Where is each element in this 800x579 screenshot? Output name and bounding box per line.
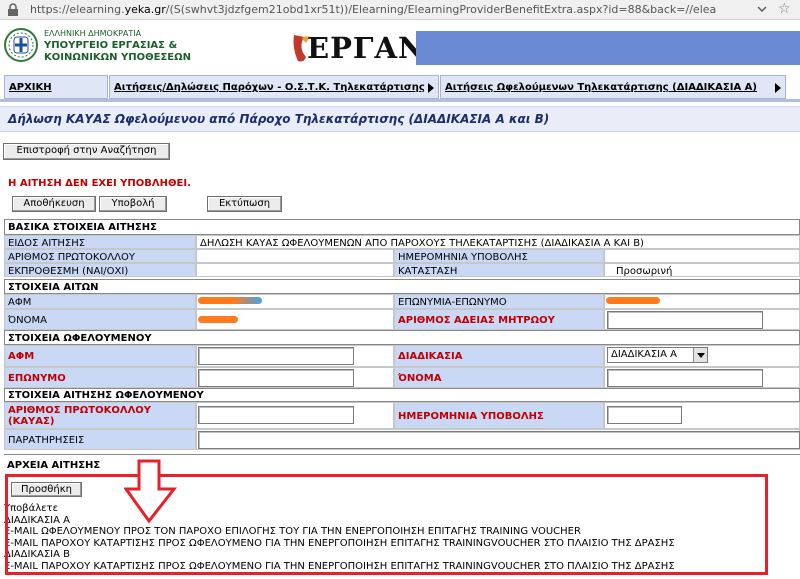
ministry-name: ΕΛΛΗΝΙΚΗ ΔΗΜΟΚΡΑΤΙΑ ΥΠΟΥΡΓΕΙΟ ΕΡΓΑΣΙΑΣ &… <box>44 29 192 63</box>
request-protocol-input[interactable] <box>198 406 354 424</box>
beneficiary-surname-input[interactable] <box>198 369 354 387</box>
type-label: ΕΙΔΟΣ ΑΙΤΗΣΗΣ <box>4 235 196 249</box>
list-item: Υποβάλετε <box>4 503 58 514</box>
submenu-arrow-icon <box>775 83 781 93</box>
section-basic: ΒΑΣΙΚΑ ΣΤΟΙΧΕΙΑ ΑΙΤΗΣΗΣ <box>4 219 800 235</box>
browser-address-bar[interactable]: https://elearning.yeka.gr/(S(swhvt3jdzfg… <box>0 0 800 20</box>
status-message: Η ΑΙΤΗΣΗ ΔΕΝ ΕΧΕΙ ΥΠΟΒΛΗΘΕΙ. <box>8 178 191 189</box>
list-item: ΔΙΑΔΙΚΑΣΙΑ Β <box>4 549 70 560</box>
request-date-label: ΗΜΕΡΟΜΗΝΙΑ ΥΠΟΒΟΛΗΣ <box>394 402 604 429</box>
files-instructions: Υποβάλετε ΔΙΑΔΙΚΑΣΙΑ Α E-MAIL ΩΦΕΛΟΥΜΕΝΟ… <box>4 503 675 572</box>
notes-label: ΠΑΡΑΤΗΡΗΣΕΙΣ <box>4 429 196 450</box>
list-item: ΔΙΑΔΙΚΑΣΙΑ Α <box>4 514 70 526</box>
url-text[interactable]: https://elearning.yeka.gr/(S(swhvt3jdzfg… <box>30 3 716 16</box>
list-item: E-MAIL ΠΑΡΟΧΟΥ ΚΑΤΑΡΤΙΣΗΣ ΠΡΟΣ ΩΦΕΛΟΥΜΕΝ… <box>4 560 675 572</box>
site-header: ΕΛΛΗΝΙΚΗ ΔΗΜΟΚΡΑΤΙΑ ΥΠΟΥΡΓΕΙΟ ΕΡΓΑΣΙΑΣ &… <box>0 20 800 68</box>
beneficiary-name-input[interactable] <box>607 369 763 387</box>
submit-date-value <box>604 249 800 263</box>
request-protocol-label: ΑΡΙΘΜΟΣ ΠΡΩΤΟΚΟΛΛΟΥ (ΚΑΥΑΣ) <box>4 402 196 429</box>
license-input[interactable] <box>607 311 763 329</box>
list-item: E-MAIL ΠΑΡΟΧΟΥ ΚΑΤΑΡΤΙΣΗΣ ΠΡΟΣ ΩΦΕΛΟΥΜΕΝ… <box>4 537 675 549</box>
applicant-name-label: ΌΝΟΜΑ <box>4 309 196 330</box>
page-title: Δήλωση ΚΑΥΑΣ Ωφελούμενου από Πάροχο Τηλε… <box>8 112 550 126</box>
beneficiary-afm-label: ΑΦΜ <box>4 345 196 367</box>
protocol-label: ΑΡΙΘΜΟΣ ΠΡΩΤΟΚΟΛΛΟΥ <box>4 249 196 263</box>
beneficiary-surname-label: ΕΠΩΝΥΜΟ <box>4 367 196 388</box>
applicant-afm-label: ΑΦΜ <box>4 294 196 309</box>
submit-date-label: ΗΜΕΡΟΜΗΝΙΑ ΥΠΟΒΟΛΗΣ <box>394 249 604 263</box>
bookmark-star-icon[interactable]: ☆ <box>778 1 791 17</box>
protocol-value <box>196 249 394 263</box>
license-label: ΑΡΙΘΜΟΣ ΑΔΕΙΑΣ ΜΗΤΡΩΟΥ <box>394 309 604 330</box>
section-beneficiary: ΣΤΟΙΧΕΙΑ ΩΦΕΛΟΥΜΕΝΟΥ <box>4 330 800 345</box>
header-band <box>416 31 800 65</box>
section-applicant: ΣΤΟΙΧΕΙΑ ΑΙΤΩΝ <box>4 279 800 294</box>
beneficiary-name-label: ΌΝΟΜΑ <box>394 367 604 388</box>
menu-divider <box>0 99 800 102</box>
lock-icon <box>8 3 18 16</box>
submit-button[interactable]: Υποβολή <box>99 196 167 212</box>
menu-item-beneficiary-requests[interactable]: Αιτήσεις Ωφελούμενων Τηλεκατάρτισης (ΔΙΑ… <box>440 75 786 99</box>
late-value <box>196 263 394 277</box>
procedure-select[interactable]: ΔΙΑΔΙΚΑΣΙΑ Α <box>607 347 708 363</box>
menu-item-provider-requests[interactable]: Αιτήσεις/Δηλώσεις Παρόχων - Ο.Σ.Τ.Κ. Τηλ… <box>109 75 439 99</box>
chevron-down-icon[interactable] <box>693 348 707 362</box>
page-title-bar: Δήλωση ΚΑΥΑΣ Ωφελούμενου από Πάροχο Τηλε… <box>0 106 800 132</box>
status-label: ΚΑΤΑΣΤΑΣΗ <box>394 263 604 277</box>
type-value: ΔΗΛΩΣΗ ΚΑΥΑΣ ΩΦΕΛΟΥΜΕΝΩΝ ΑΠΟ ΠΑΡΟΧΟΥΣ ΤΗ… <box>196 235 800 249</box>
main-menu: ΑΡΧΙΚΗ Αιτήσεις/Δηλώσεις Παρόχων - Ο.Σ.Τ… <box>0 75 800 99</box>
url-dropdown-icon[interactable] <box>752 2 772 18</box>
files-section-title: ΑΡΧΕΙΑ ΑΙΤΗΣΗΣ <box>7 460 101 471</box>
procedure-label: ΔΙΑΔΙΚΑΣΙΑ <box>394 345 604 367</box>
redaction-mark <box>198 297 262 304</box>
back-to-search-button[interactable]: Επιστροφή στην Αναζήτηση <box>3 143 170 160</box>
list-item: E-MAIL ΩΦΕΛΟΥΜΕΝΟΥ ΠΡΟΣ ΤΟΝ ΠΑΡΟΧΟ ΕΠΙΛΟ… <box>4 526 581 537</box>
menu-item-home[interactable]: ΑΡΧΙΚΗ <box>4 75 108 99</box>
submenu-arrow-icon <box>428 83 434 93</box>
save-button[interactable]: Αποθήκευση <box>12 196 96 212</box>
redaction-mark <box>198 316 238 323</box>
print-button[interactable]: Εκτύπωση <box>207 196 282 212</box>
add-file-button[interactable]: Προσθήκη <box>11 482 82 497</box>
section-request: ΣΤΟΙΧΕΙΑ ΑΙΤΗΣΗΣ ΩΦΕΛΟΥΜΕΝΟΥ <box>4 388 800 402</box>
notes-input[interactable] <box>198 431 800 449</box>
late-label: ΕΚΠΡΟΘΕΣΜΗ (ΝΑΙ/ΟΧΙ) <box>4 263 196 277</box>
status-value: Προσωρινή <box>604 263 800 277</box>
redaction-mark <box>606 297 660 304</box>
greek-emblem-icon <box>4 28 38 62</box>
beneficiary-afm-input[interactable] <box>198 347 354 365</box>
request-date-input[interactable] <box>607 406 682 424</box>
applicant-company-label: ΕΠΩΝΥΜΙΑ-ΕΠΩΝΥΜΟ <box>394 294 604 309</box>
